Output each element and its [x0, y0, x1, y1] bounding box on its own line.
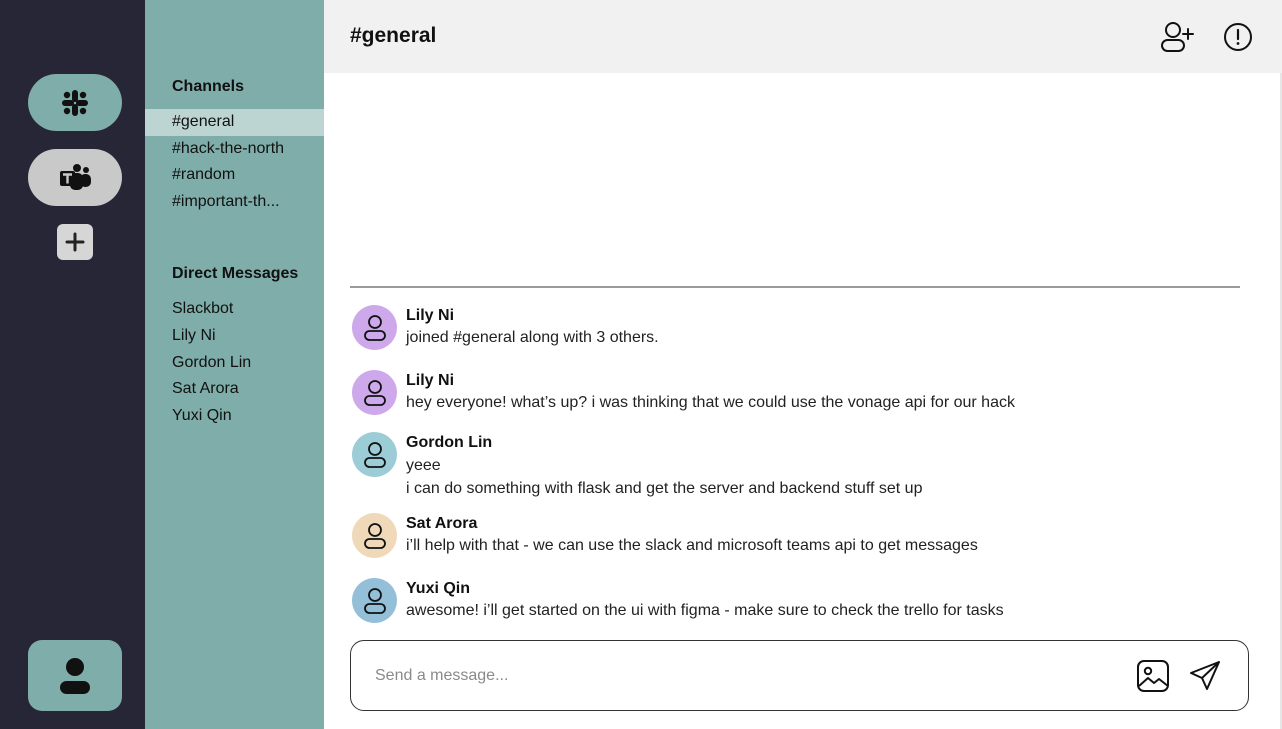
user-outline-icon [363, 587, 386, 614]
message-author: Lily Ni [406, 307, 455, 324]
message-text: hey everyone! what’s up? i was thinking … [406, 394, 1015, 411]
chat-panel: #general Lily Ni joined #general along w… [324, 0, 1282, 729]
profile-button[interactable] [28, 640, 122, 711]
dm-item-gordon-lin[interactable]: Gordon Lin [145, 350, 324, 377]
add-user-icon [1161, 22, 1194, 52]
channel-sidebar: Channels #general #hack-the-north #rando… [145, 0, 324, 729]
plus-icon [65, 232, 85, 252]
message-text: yeee [406, 457, 441, 474]
message-author: Lily Ni [406, 372, 455, 389]
attach-image-button[interactable] [1135, 658, 1171, 694]
avatar [352, 305, 397, 350]
avatar [352, 513, 397, 558]
workspace-teams-button[interactable] [28, 149, 122, 206]
send-button[interactable] [1187, 658, 1223, 694]
channels-heading: Channels [172, 78, 245, 95]
channel-item-important[interactable]: #important-th... [145, 189, 324, 216]
send-icon [1190, 661, 1220, 690]
dm-item-slackbot[interactable]: Slackbot [145, 296, 324, 323]
message-author: Yuxi Qin [406, 580, 471, 597]
message-text: awesome! i’ll get started on the ui with… [406, 602, 1004, 619]
channel-info-button[interactable] [1221, 20, 1255, 54]
channel-item-general[interactable]: #general [145, 109, 324, 136]
dm-item-lily-ni[interactable]: Lily Ni [145, 323, 324, 350]
message-author: Gordon Lin [406, 434, 493, 451]
dm-item-sat-arora[interactable]: Sat Arora [145, 376, 324, 403]
direct-messages-heading: Direct Messages [172, 265, 299, 282]
image-icon [1137, 660, 1169, 692]
dm-item-yuxi-qin[interactable]: Yuxi Qin [145, 403, 324, 430]
channel-item-random[interactable]: #random [145, 162, 324, 189]
workspace-slack-button[interactable] [28, 74, 122, 131]
workspace-rail [0, 0, 145, 729]
user-outline-icon [363, 379, 386, 406]
avatar [352, 578, 397, 623]
add-workspace-button[interactable] [57, 224, 93, 260]
message-author: Sat Arora [406, 515, 478, 532]
channel-title: #general [350, 24, 437, 47]
user-icon [60, 657, 90, 694]
history-divider [350, 286, 1240, 288]
message-input[interactable] [375, 663, 1115, 689]
info-alert-icon [1224, 23, 1252, 51]
channel-header: #general [324, 0, 1282, 73]
message-text: i can do something with flask and get th… [406, 480, 923, 497]
avatar [352, 432, 397, 477]
avatar [352, 370, 397, 415]
dm-list: Slackbot Lily Ni Gordon Lin Sat Arora Yu… [145, 296, 324, 430]
channel-item-hack-the-north[interactable]: #hack-the-north [145, 136, 324, 163]
user-outline-icon [363, 314, 386, 341]
user-outline-icon [363, 522, 386, 549]
add-member-button[interactable] [1160, 20, 1194, 54]
message-text: joined #general along with 3 others. [406, 329, 659, 346]
message-text: i’ll help with that - we can use the sla… [406, 537, 978, 554]
slack-icon [62, 89, 88, 116]
user-outline-icon [363, 441, 386, 468]
channel-list: #general #hack-the-north #random #import… [145, 109, 324, 216]
message-composer [350, 640, 1249, 711]
teams-icon [60, 163, 91, 190]
